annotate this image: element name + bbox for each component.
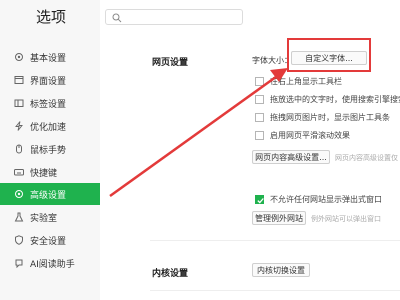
annotation-arrow <box>109 68 288 198</box>
